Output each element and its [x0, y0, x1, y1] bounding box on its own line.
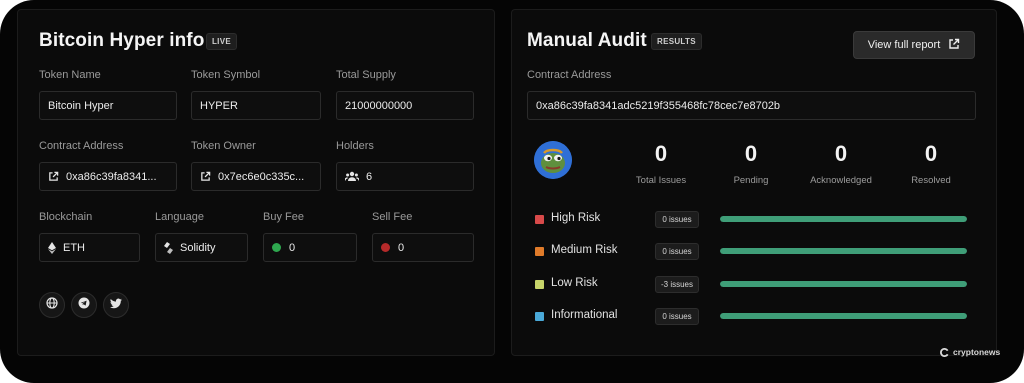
- risk-progress-bar: [720, 216, 967, 222]
- audit-contract-field: 0xa86c39fa8341adc5219f355468fc78cec7e870…: [527, 91, 976, 120]
- view-full-report-button[interactable]: View full report: [853, 31, 975, 59]
- total-supply-label: Total Supply: [336, 69, 396, 81]
- risk-color-swatch: [535, 215, 544, 224]
- risk-progress-bar: [720, 248, 967, 254]
- stat-acknowledged: 0 Acknowledged: [796, 141, 886, 186]
- token-owner-label: Token Owner: [191, 140, 256, 152]
- language-value: Solidity: [180, 241, 216, 254]
- token-name-value: Bitcoin Hyper: [48, 99, 114, 112]
- blockchain-value: ETH: [63, 241, 85, 254]
- stat-value: 0: [654, 141, 668, 166]
- stat-pending: 0 Pending: [706, 141, 796, 186]
- buy-fee-value: 0: [289, 241, 296, 254]
- sell-fee-value: 0: [398, 241, 405, 254]
- risk-issue-count-badge: -3 issues: [655, 276, 699, 293]
- risk-name: Informational: [551, 309, 618, 321]
- external-link-icon: [200, 171, 211, 182]
- risk-name: High Risk: [551, 212, 601, 224]
- view-full-report-label: View full report: [867, 39, 941, 51]
- language-label: Language: [155, 211, 204, 223]
- holders-field: 6: [336, 162, 474, 191]
- risk-issue-count-badge: 0 issues: [655, 308, 699, 325]
- token-name-label: Token Name: [39, 69, 101, 81]
- token-symbol-value: HYPER: [200, 99, 238, 112]
- total-supply-field: 21000000000: [336, 91, 474, 120]
- risk-row-medium: Medium Risk 0 issues: [535, 243, 967, 260]
- risk-color-swatch: [535, 280, 544, 289]
- risk-row-low: Low Risk -3 issues: [535, 276, 967, 293]
- token-info-title: Bitcoin Hyper info: [39, 30, 205, 51]
- cryptonews-logo-icon: [940, 347, 949, 357]
- language-field: Solidity: [155, 233, 248, 262]
- stat-label: Acknowledged: [810, 175, 872, 186]
- pepe-logo-icon: [534, 141, 572, 179]
- stat-value: 0: [924, 141, 938, 166]
- risk-progress-bar: [720, 281, 967, 287]
- stat-label: Total Issues: [635, 175, 687, 186]
- sell-fee-label: Sell Fee: [372, 211, 413, 223]
- risk-issue-count-badge: 0 issues: [655, 243, 699, 260]
- risk-progress-bar: [720, 313, 967, 319]
- watermark-text: cryptonews: [953, 347, 1001, 357]
- solidity-icon: [164, 241, 173, 254]
- token-owner-value: 0x7ec6e0c335c...: [218, 170, 305, 183]
- risk-issue-count-badge: 0 issues: [655, 211, 699, 228]
- project-avatar: [534, 141, 572, 179]
- buy-fee-field: 0: [263, 233, 357, 262]
- sell-fee-field: 0: [372, 233, 474, 262]
- external-link-icon: [948, 38, 960, 53]
- live-badge: LIVE: [206, 33, 237, 50]
- globe-icon: [46, 296, 58, 314]
- stat-label: Pending: [733, 175, 769, 186]
- website-link[interactable]: [39, 292, 65, 318]
- stat-value: 0: [834, 141, 848, 166]
- telegram-icon: [78, 296, 90, 314]
- risk-color-swatch: [535, 312, 544, 321]
- blockchain-field: ETH: [39, 233, 140, 262]
- sell-fee-status-dot: [381, 243, 390, 252]
- risk-color-swatch: [535, 247, 544, 256]
- audit-contract-label: Contract Address: [527, 69, 612, 81]
- buy-fee-label: Buy Fee: [263, 211, 304, 223]
- results-badge: RESULTS: [651, 33, 702, 50]
- contract-address-field[interactable]: 0xa86c39fa8341...: [39, 162, 177, 191]
- app-frame: Bitcoin Hyper info LIVE Token Name Bitco…: [0, 0, 1024, 383]
- risk-row-high: High Risk 0 issues: [535, 211, 967, 228]
- risk-name: Low Risk: [551, 277, 598, 289]
- token-owner-field[interactable]: 0x7ec6e0c335c...: [191, 162, 321, 191]
- contract-address-label: Contract Address: [39, 140, 124, 152]
- twitter-icon: [110, 296, 122, 314]
- blockchain-label: Blockchain: [39, 211, 93, 223]
- risk-row-informational: Informational 0 issues: [535, 308, 967, 325]
- buy-fee-status-dot: [272, 243, 281, 252]
- token-name-field: Bitcoin Hyper: [39, 91, 177, 120]
- holders-value: 6: [366, 170, 373, 183]
- risk-name: Medium Risk: [551, 244, 618, 256]
- risk-progress-fill: [720, 281, 967, 287]
- risk-progress-fill: [720, 248, 967, 254]
- total-supply-value: 21000000000: [345, 99, 413, 112]
- risk-progress-fill: [720, 313, 967, 319]
- stat-total-issues: 0 Total Issues: [616, 141, 706, 186]
- token-symbol-label: Token Symbol: [191, 69, 261, 81]
- users-icon: [345, 171, 359, 182]
- risk-progress-fill: [720, 216, 967, 222]
- stat-resolved: 0 Resolved: [886, 141, 976, 186]
- holders-label: Holders: [336, 140, 374, 152]
- ethereum-icon: [48, 241, 56, 254]
- manual-audit-title: Manual Audit: [527, 30, 647, 51]
- twitter-link[interactable]: [103, 292, 129, 318]
- audit-contract-value: 0xa86c39fa8341adc5219f355468fc78cec7e870…: [536, 99, 781, 112]
- telegram-link[interactable]: [71, 292, 97, 318]
- contract-address-value: 0xa86c39fa8341...: [66, 170, 157, 183]
- external-link-icon: [48, 171, 59, 182]
- cryptonews-watermark: cryptonews: [940, 347, 1000, 357]
- stat-label: Resolved: [911, 175, 951, 186]
- token-symbol-field: HYPER: [191, 91, 321, 120]
- stat-value: 0: [744, 141, 758, 166]
